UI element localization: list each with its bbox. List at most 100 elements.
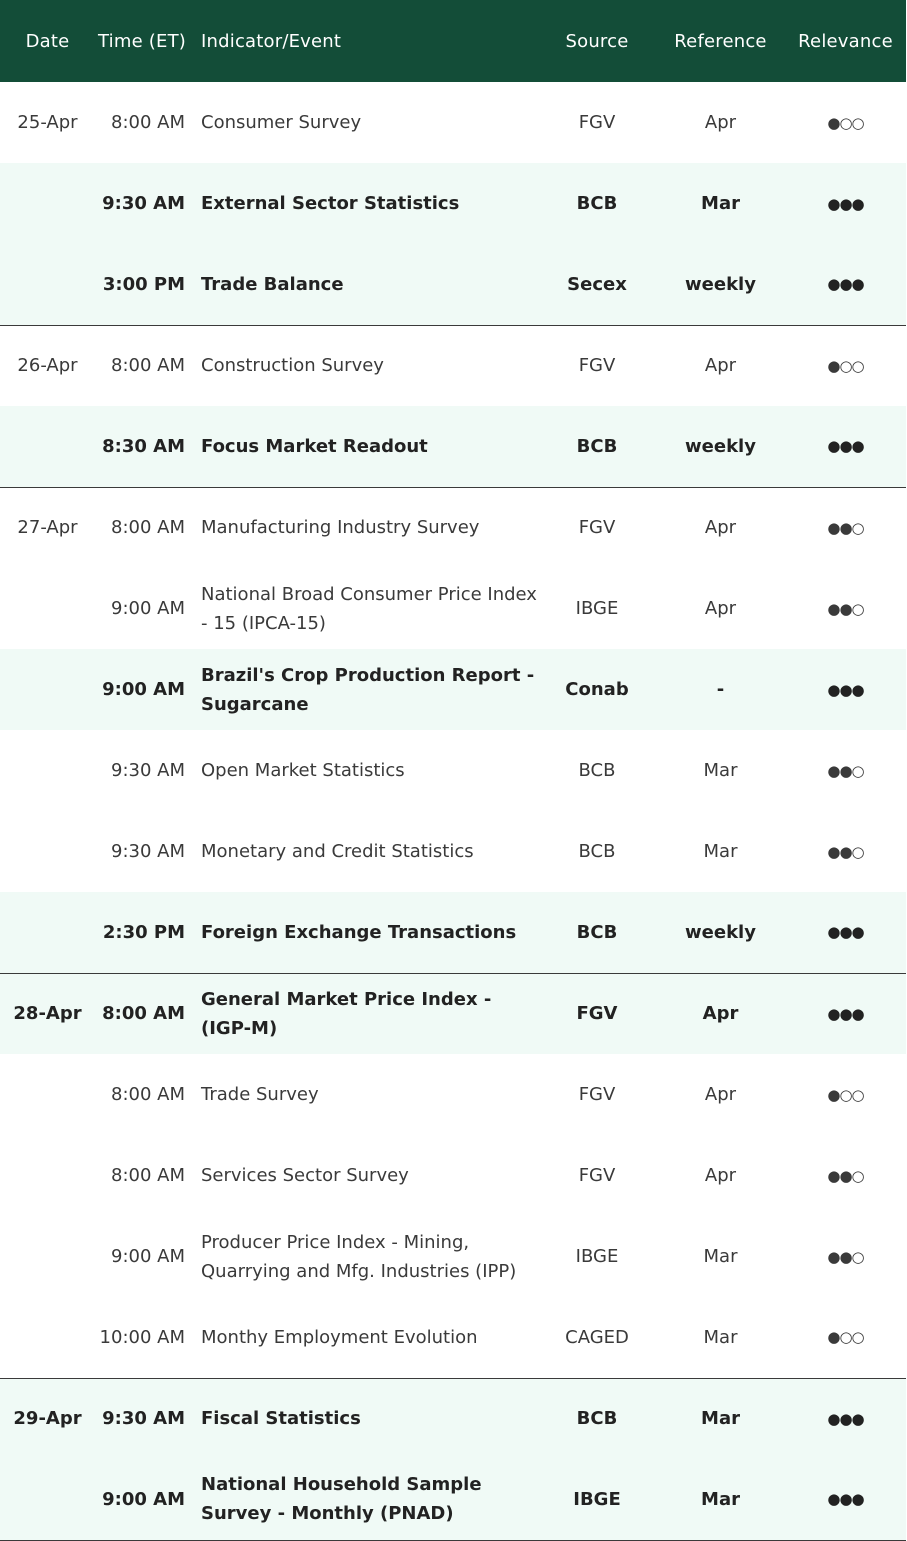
- row-reference: Mar: [703, 760, 738, 781]
- row-indicator: National Broad Consumer Price Index - 15…: [201, 583, 537, 634]
- row-relevance: ●○○: [785, 324, 906, 406]
- row-date: [0, 892, 95, 973]
- row-relevance: ●●○: [827, 761, 864, 780]
- table-row: 9:00 AM Producer Price Index - Mining, Qu…: [0, 1216, 906, 1297]
- row-time: 9:30 AM: [95, 1377, 197, 1459]
- row-relevance: ●●●: [785, 972, 906, 1054]
- row-indicator: Trade Survey: [201, 1084, 319, 1105]
- row-time: 9:30 AM: [111, 760, 185, 781]
- row-time: 8:00 AM: [95, 486, 197, 568]
- row-time: 8:00 AM: [95, 972, 197, 1054]
- row-relevance: ●●●: [827, 680, 864, 699]
- table-row: 28-Apr 8:00 AM General Market Price Index …: [0, 972, 906, 1054]
- row-date: [0, 406, 95, 487]
- table-row: 29-Apr 9:30 AM Fiscal Statistics BCB Mar ●●●: [0, 1377, 906, 1459]
- row-date: [0, 649, 95, 730]
- row-date: 25-Apr: [17, 112, 78, 133]
- table-row: 25-Apr 8:00 AM Consumer Survey FGV Apr ●○○: [0, 82, 906, 163]
- row-source: FGV: [578, 112, 616, 133]
- row-source: IBGE: [575, 598, 619, 619]
- row-date: [0, 244, 95, 325]
- table-row: 27-Apr 8:00 AM Manufacturing Industry Surv…: [0, 486, 906, 568]
- row-date: 26-Apr: [0, 324, 95, 406]
- row-time: 8:30 AM: [102, 435, 185, 457]
- row-indicator: Foreign Exchange Transactions: [201, 921, 517, 943]
- row-indicator: Consumer Survey: [201, 112, 362, 133]
- row-relevance: ●●○: [827, 599, 864, 618]
- row-indicator: Trade Balance: [201, 273, 344, 295]
- row-relevance: ●○○: [827, 113, 864, 132]
- header-relevance: Relevance: [798, 30, 893, 52]
- row-source: FGV: [538, 324, 656, 406]
- row-reference: weekly: [685, 435, 756, 457]
- row-time: 9:00 AM: [102, 679, 185, 700]
- row-source: FGV: [578, 1165, 616, 1186]
- row-reference: Apr: [656, 324, 785, 406]
- row-reference: Apr: [704, 1165, 737, 1186]
- row-reference: Apr: [704, 598, 737, 619]
- row-reference: Mar: [703, 1246, 738, 1267]
- row-reference: -: [716, 679, 725, 700]
- row-time: 10:00 AM: [99, 1326, 185, 1348]
- row-indicator: General Market Price Index - (IGP-M): [197, 972, 538, 1054]
- row-source: Secex: [567, 273, 627, 295]
- row-reference: weekly: [685, 921, 756, 943]
- row-indicator: Services Sector Survey: [201, 1165, 409, 1186]
- row-source: BCB: [578, 841, 616, 862]
- table-row: 9:00 AM National Household Sample Survey …: [0, 1459, 906, 1541]
- row-date: [0, 163, 95, 244]
- row-relevance: ●●●: [785, 1459, 906, 1541]
- row-time: 2:30 PM: [102, 921, 185, 943]
- row-relevance: ●○○: [827, 1085, 864, 1104]
- row-time: 9:00 AM: [95, 1459, 197, 1541]
- row-reference: Apr: [656, 486, 785, 568]
- row-reference: Apr: [704, 112, 737, 133]
- row-source: BCB: [576, 921, 618, 943]
- row-relevance: ●●○: [827, 1247, 864, 1266]
- row-source: FGV: [538, 486, 656, 568]
- row-relevance: ●●○: [827, 1166, 864, 1185]
- row-date: [0, 811, 95, 892]
- row-reference: weekly: [685, 273, 756, 295]
- row-relevance: ●●●: [827, 437, 864, 456]
- row-reference: Mar: [703, 1326, 738, 1348]
- row-reference: Apr: [656, 972, 785, 1054]
- row-source: FGV: [538, 972, 656, 1054]
- row-indicator: Manufacturing Industry Survey: [197, 486, 538, 568]
- row-indicator: External Sector Statistics: [201, 193, 460, 214]
- row-indicator: Fiscal Statistics: [197, 1377, 538, 1459]
- row-source: FGV: [578, 1084, 616, 1105]
- row-source: Conab: [565, 679, 629, 700]
- row-time: 9:30 AM: [102, 193, 185, 214]
- row-source: BCB: [578, 760, 616, 781]
- row-date: 28-Apr: [0, 972, 95, 1054]
- header-reference: Reference: [674, 30, 767, 52]
- row-relevance: ●●●: [827, 923, 864, 942]
- row-reference: Apr: [704, 1084, 737, 1105]
- table-row: 2:30 PM Foreign Exchange Transactions BCB w…: [0, 892, 906, 973]
- table-row: 26-Apr 8:00 AM Construction Survey FGV Apr ●○…: [0, 324, 906, 406]
- row-date: [0, 1135, 95, 1216]
- table-row: 8:00 AM Trade Survey FGV Apr ●○○: [0, 1054, 906, 1135]
- table-row: 8:30 AM Focus Market Readout BCB weekly ●●●: [0, 406, 906, 487]
- header-time: Time (ET): [98, 30, 186, 52]
- row-date: [0, 730, 95, 811]
- row-indicator: Construction Survey: [197, 324, 538, 406]
- header-date: Date: [25, 30, 70, 52]
- row-time: 9:00 AM: [111, 598, 185, 619]
- row-relevance: ●●○: [827, 842, 864, 861]
- table-row: 8:00 AM Services Sector Survey FGV Apr ●●○: [0, 1135, 906, 1216]
- row-time: 9:00 AM: [111, 1246, 185, 1267]
- row-relevance: ●●○: [785, 486, 906, 568]
- row-time: 8:00 AM: [95, 324, 197, 406]
- table-row: 3:00 PM Trade Balance Secex weekly ●●●: [0, 244, 906, 325]
- row-indicator: Monthy Employment Evolution: [201, 1326, 478, 1348]
- table-row: 9:00 AM Brazil's Crop Production Report -…: [0, 649, 906, 730]
- row-indicator: Monetary and Credit Statistics: [201, 841, 474, 862]
- row-relevance: ●●●: [827, 194, 864, 213]
- table-row: 10:00 AM Monthy Employment Evolution CAGED…: [0, 1297, 906, 1378]
- row-indicator: Open Market Statistics: [201, 760, 405, 781]
- row-time: 8:00 AM: [111, 1165, 185, 1186]
- header-row: Date Time (ET) Indicator/Event Source Re…: [0, 0, 906, 82]
- row-date: [0, 1054, 95, 1135]
